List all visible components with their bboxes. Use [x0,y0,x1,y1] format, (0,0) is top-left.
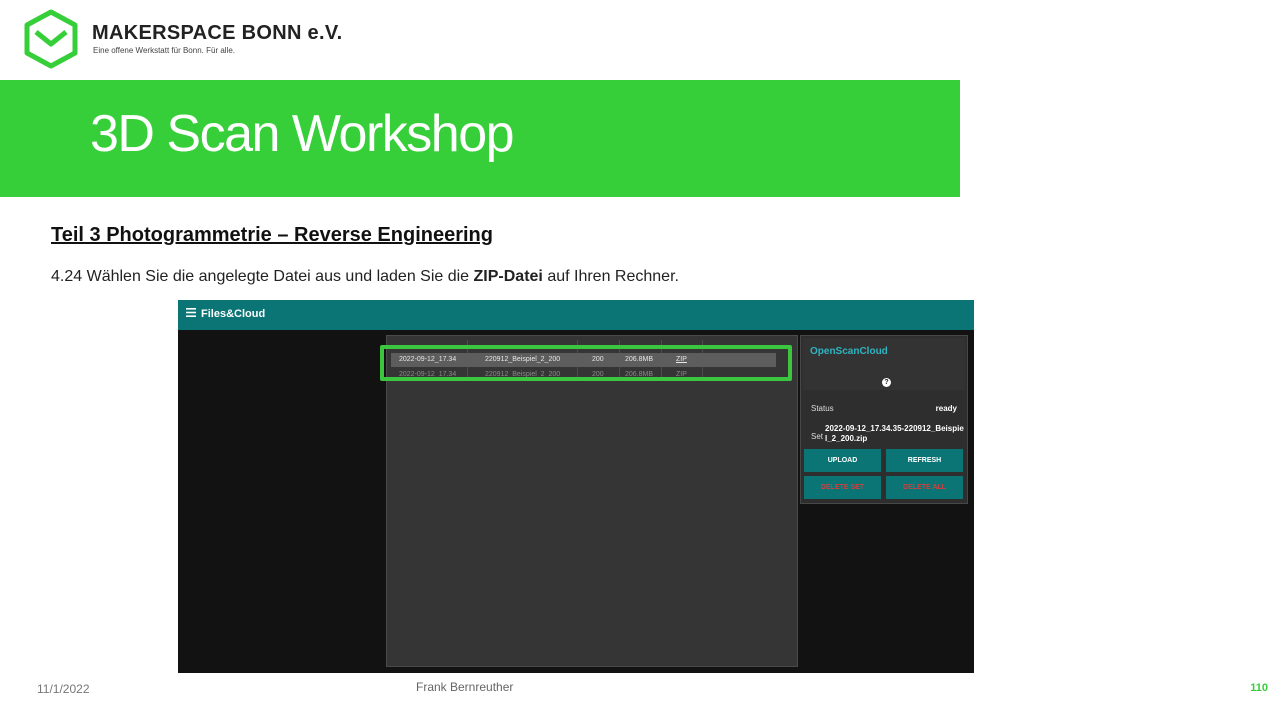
instruction-prefix: 4.24 Wählen Sie die angelegte Datei aus … [51,268,474,285]
hexagon-m-logo-icon [24,9,78,69]
brand-name: MAKERSPACE BONN e.V. [92,22,343,44]
page-title: 3D Scan Workshop [90,105,515,163]
help-icon[interactable]: ? [882,378,891,387]
app-screenshot: Files&Cloud 2022-09-12_17.34 220912_Beis… [178,300,974,673]
section-heading: Teil 3 Photogrammetrie – Reverse Enginee… [51,224,493,246]
set-label: Set [811,432,824,441]
title-banner: 3D Scan Workshop [0,80,960,197]
refresh-button[interactable]: REFRESH [886,449,963,472]
app-bar: Files&Cloud [178,300,974,330]
status-value: ready [935,404,957,413]
app-title: Files&Cloud [201,308,266,320]
footer-author: Frank Bernreuther [416,680,514,694]
delete-set-button[interactable]: DELETE SET [804,476,881,499]
file-list-panel: 2022-09-12_17.34 220912_Beispiel_2_200 2… [386,335,798,667]
cloud-panel: OpenScanCloud ? Status ready Set 2022-09… [800,335,968,504]
instruction-suffix: auf Ihren Rechner. [542,268,679,285]
cloud-header: OpenScanCloud ? [803,338,965,390]
page-number: 110 [1250,682,1268,694]
instruction-bold: ZIP-Datei [473,268,543,285]
brand-tagline: Eine offene Werkstatt für Bonn. Für alle… [93,46,235,55]
upload-button[interactable]: UPLOAD [804,449,881,472]
set-value: 2022-09-12_17.34.35-220912_Beispiel_2_20… [825,424,964,443]
status-label: Status [811,404,834,413]
selection-highlight [380,345,792,381]
delete-all-button[interactable]: DELETE ALL [886,476,963,499]
cloud-title: OpenScanCloud [810,346,888,357]
footer-date: 11/1/2022 [37,682,90,696]
instruction-text: 4.24 Wählen Sie die angelegte Datei aus … [51,268,679,286]
hamburger-menu-icon[interactable] [186,308,196,317]
